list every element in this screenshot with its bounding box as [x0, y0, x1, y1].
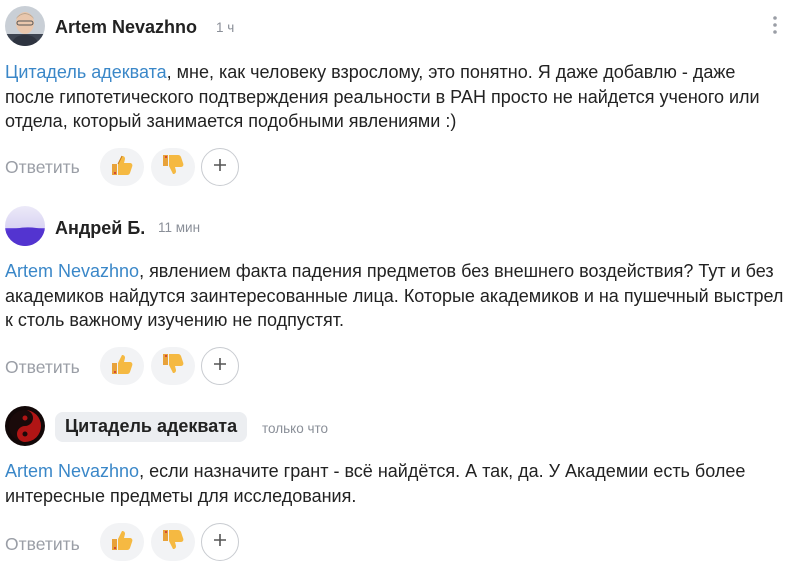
reply-button[interactable]: Ответить [5, 357, 80, 378]
like-button[interactable] [100, 347, 144, 385]
author-name[interactable]: Андрей Б. [55, 218, 145, 239]
plus-icon [212, 532, 228, 553]
like-button[interactable] [100, 148, 144, 186]
reply-button[interactable]: Ответить [5, 157, 80, 178]
add-reaction-button[interactable] [201, 148, 239, 186]
mention-link[interactable]: Цитадель адеквата [5, 62, 167, 82]
thumbs-up-icon [109, 351, 135, 382]
thumbs-down-icon [160, 527, 186, 558]
add-reaction-button[interactable] [201, 523, 239, 561]
timestamp: 1 ч [216, 20, 235, 35]
timestamp: 11 мин [158, 220, 201, 235]
avatar[interactable] [5, 406, 45, 446]
plus-icon [212, 157, 228, 178]
thumbs-down-icon [160, 351, 186, 382]
comment-text: Artem Nevazhno, явлением факта падения п… [5, 259, 785, 333]
comment-text: Цитадель адеквата, мне, как человеку взр… [5, 60, 785, 134]
thumbs-up-icon [109, 527, 135, 558]
avatar[interactable] [5, 6, 45, 46]
like-button[interactable] [100, 523, 144, 561]
dislike-button[interactable] [151, 523, 195, 561]
plus-icon [212, 356, 228, 377]
dislike-button[interactable] [151, 347, 195, 385]
dislike-button[interactable] [151, 148, 195, 186]
timestamp: только что [262, 421, 329, 436]
author-name[interactable]: Artem Nevazhno [55, 17, 197, 38]
mention-link[interactable]: Artem Nevazhno [5, 461, 139, 481]
thumbs-up-icon [109, 152, 135, 183]
author-name[interactable]: Цитадель адеквата [55, 412, 248, 442]
more-vertical-icon[interactable] [772, 14, 778, 36]
add-reaction-button[interactable] [201, 347, 239, 385]
mention-link[interactable]: Artem Nevazhno [5, 261, 139, 281]
reply-button[interactable]: Ответить [5, 534, 80, 555]
avatar[interactable] [5, 206, 45, 246]
comment-text: Artem Nevazhno, если назначите грант - в… [5, 459, 785, 508]
thumbs-down-icon [160, 152, 186, 183]
